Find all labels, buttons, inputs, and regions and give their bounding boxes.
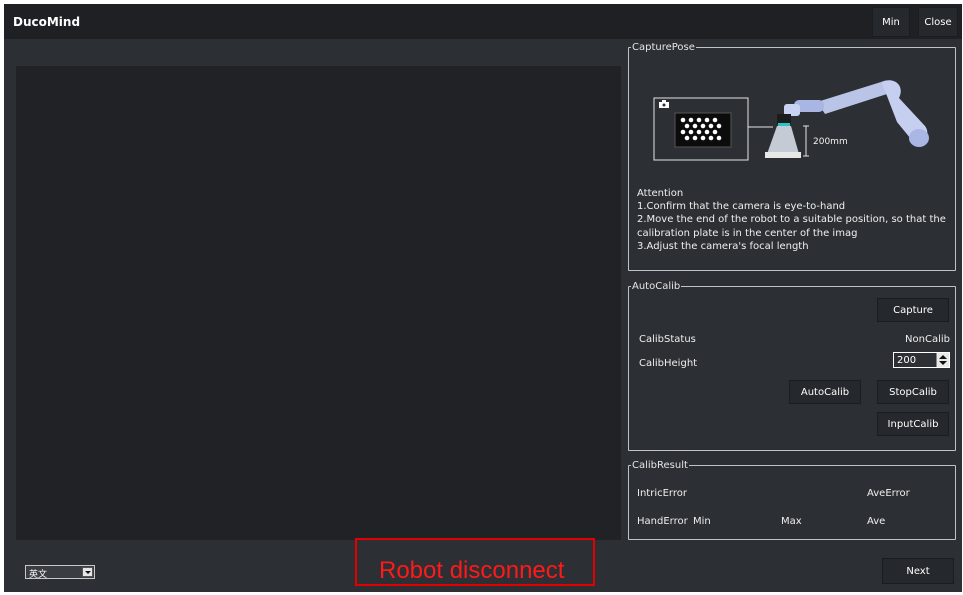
calib-result-legend: CalibResult [632,460,688,471]
calib-result-group: CalibResult [628,460,956,540]
dropdown-arrow-icon[interactable] [82,567,93,577]
capture-pose-illustration: 200mm [653,80,929,161]
language-select[interactable]: 英文 [25,565,95,580]
attention-line: 3.Adjust the camera's focal length [637,240,809,252]
attention-text: Attention 1.Confirm that the camera is e… [637,187,947,253]
attention-line: 2.Move the end of the robot to a suitabl… [637,214,946,226]
capture-pose-legend: CapturePose [632,42,695,53]
autocalib-button[interactable]: AutoCalib [789,380,861,404]
spin-up-icon[interactable] [939,355,947,359]
hand-error-min-label: Min [693,516,711,527]
camera-beam-icon [765,126,801,158]
camera-icon [659,100,669,108]
spin-down-icon[interactable] [939,361,947,365]
distance-label: 200mm [813,137,848,147]
calib-status-label: CalibStatus [639,334,696,345]
stopcalib-button[interactable]: StopCalib [877,380,949,404]
app-title: DucoMind [13,15,81,29]
attention-heading: Attention [637,188,684,199]
spin-arrows[interactable] [936,353,949,367]
calib-height-label: CalibHeight [639,358,698,369]
next-button[interactable]: Next [882,558,954,584]
hand-error-max-label: Max [781,516,802,527]
connection-status-box: Robot disconnect [355,538,595,586]
attention-line: 1.Confirm that the camera is eye-to-hand [637,201,846,213]
language-value: 英文 [29,570,48,580]
connection-status-text: Robot disconnect [379,557,565,584]
calibration-plate-icon [674,112,732,148]
title-bar: DucoMind Min Close [4,4,962,39]
auto-calib-legend: AutoCalib [632,281,681,292]
intric-error-label: IntricError [637,488,687,499]
calib-height-value: 200 [897,355,917,366]
distance-marker-icon [803,125,809,157]
robot-arm-icon [777,80,929,147]
camera-image-view [16,66,621,540]
calib-height-spinbox[interactable]: 200 [893,352,950,368]
inputcalib-button[interactable]: InputCalib [877,412,949,436]
capture-button[interactable]: Capture [877,298,949,322]
calib-status-value: NonCalib [905,334,950,345]
attention-line: calibration plate is in the center of th… [637,227,858,239]
hand-error-label: HandError [637,516,688,527]
close-button[interactable]: Close [918,7,958,37]
ave-error-label: AveError [867,488,910,499]
hand-error-ave-label: Ave [867,516,886,527]
minimize-button[interactable]: Min [872,7,910,37]
